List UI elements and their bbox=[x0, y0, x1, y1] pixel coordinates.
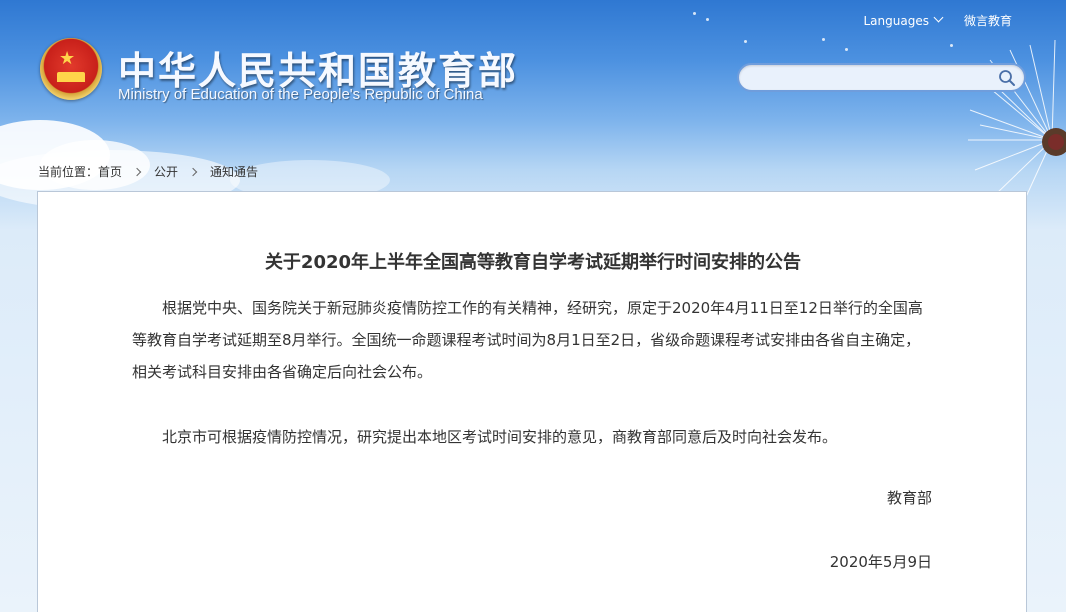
breadcrumb: 当前位置： 首页 公开 通知通告 bbox=[38, 163, 258, 180]
site-subtitle: Ministry of Education of the People's Re… bbox=[118, 86, 483, 103]
breadcrumb-home[interactable]: 首页 bbox=[98, 163, 122, 180]
weibo-link[interactable]: 微言教育 bbox=[964, 12, 1012, 29]
national-emblem-icon: ★ bbox=[40, 38, 102, 100]
top-navigation: Languages 微言教育 bbox=[863, 12, 1012, 29]
search-input[interactable] bbox=[751, 69, 991, 88]
article-panel: 关于2020年上半年全国高等教育自学考试延期举行时间安排的公告 根据党中央、国务… bbox=[37, 191, 1027, 612]
article-title: 关于2020年上半年全国高等教育自学考试延期举行时间安排的公告 bbox=[264, 252, 802, 273]
search-box bbox=[737, 63, 1026, 92]
article-paragraph: 根据党中央、国务院关于新冠肺炎疫情防控工作的有关精神，经研究，原定于2020年4… bbox=[132, 299, 923, 381]
languages-label: Languages bbox=[863, 13, 929, 28]
breadcrumb-prefix: 当前位置： bbox=[38, 165, 99, 179]
article-paragraph: 北京市可根据疫情防控情况，研究提出本地区考试时间安排的意见，商教育部同意后及时向… bbox=[162, 428, 838, 446]
article-signature: 教育部 bbox=[886, 489, 932, 507]
chevron-right-icon bbox=[132, 167, 142, 176]
dandelion-decoration bbox=[968, 39, 1066, 211]
article-date: 2020年5月9日 bbox=[829, 553, 932, 571]
languages-dropdown[interactable]: Languages bbox=[863, 12, 944, 28]
breadcrumb-public[interactable]: 公开 bbox=[154, 163, 178, 180]
search-icon[interactable] bbox=[998, 69, 1016, 87]
chevron-down-icon bbox=[933, 12, 944, 23]
breadcrumb-notices[interactable]: 通知通告 bbox=[210, 163, 258, 180]
chevron-right-icon bbox=[188, 167, 198, 176]
